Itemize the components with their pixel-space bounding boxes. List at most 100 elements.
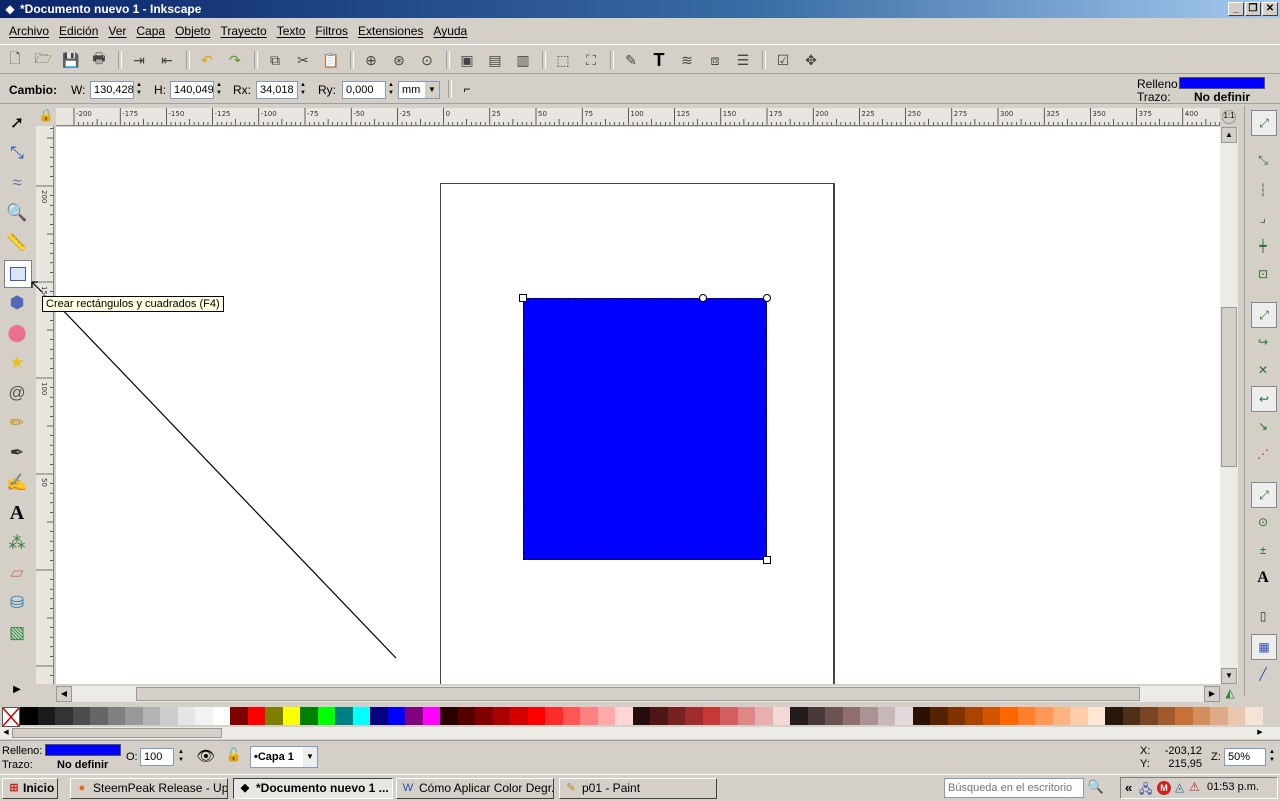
snap-rotation-center-icon[interactable]: ± bbox=[1251, 538, 1275, 562]
select-all-icon[interactable]: ⬚ bbox=[552, 49, 574, 71]
preferences-icon[interactable]: ☑ bbox=[772, 49, 794, 71]
menu-archivo[interactable]: Archivo bbox=[4, 24, 54, 38]
maximize-button[interactable]: ❐ bbox=[1245, 2, 1261, 16]
opacity-stepper[interactable]: ▲ ▼ bbox=[176, 748, 186, 766]
menu-edicion[interactable]: Edición bbox=[54, 24, 103, 38]
snap-grid-icon[interactable]: ▦ bbox=[1251, 634, 1277, 660]
snap-midpoint-icon[interactable]: ⋰ bbox=[1251, 442, 1275, 466]
palette-swatch[interactable] bbox=[55, 707, 73, 725]
menu-extensiones[interactable]: Extensiones bbox=[353, 24, 428, 38]
document-properties-icon[interactable]: ✥ bbox=[800, 49, 822, 71]
print-icon[interactable]: 🖶 bbox=[88, 49, 110, 71]
menu-trayecto[interactable]: Trayecto bbox=[215, 24, 271, 38]
transform-icon[interactable]: ⛶ bbox=[580, 49, 602, 71]
palette-swatch[interactable] bbox=[142, 707, 160, 725]
palette-swatch[interactable] bbox=[650, 707, 668, 725]
layer-select[interactable]: •Capa 1 ▼ bbox=[250, 746, 318, 768]
ry-input[interactable]: 0,000 bbox=[342, 81, 386, 99]
snap-intersection-icon[interactable]: ✕ bbox=[1251, 358, 1275, 382]
menu-capa[interactable]: Capa bbox=[131, 24, 170, 38]
menu-objeto[interactable]: Objeto bbox=[170, 24, 215, 38]
snap-center-icon[interactable]: ⊙ bbox=[1251, 510, 1275, 534]
palette-scroll-left-button[interactable]: ◀ bbox=[0, 727, 12, 739]
snap-text-baseline-icon[interactable]: A bbox=[1251, 566, 1275, 590]
palette-scroll-right-button[interactable]: ▶ bbox=[1254, 727, 1266, 739]
height-input[interactable]: 140,049 bbox=[170, 81, 214, 99]
opacity-input[interactable]: 100 bbox=[140, 748, 174, 766]
rx-handle[interactable] bbox=[699, 294, 707, 302]
layer-lock-icon[interactable]: 🔓 bbox=[225, 747, 243, 767]
palette-swatch[interactable] bbox=[912, 707, 930, 725]
gradient-icon[interactable]: ▧ bbox=[4, 620, 30, 646]
snap-paths-icon[interactable]: ↪ bbox=[1251, 330, 1275, 354]
snap-nodes-icon[interactable]: ⤢ bbox=[1251, 302, 1277, 328]
palette-swatch[interactable] bbox=[1000, 707, 1018, 725]
horizontal-scrollbar[interactable]: ◀ ▶ bbox=[56, 686, 1220, 702]
align-icon[interactable]: ☰ bbox=[732, 49, 754, 71]
layers-icon[interactable]: ≋ bbox=[676, 49, 698, 71]
ry-stepper[interactable]: ▲ ▼ bbox=[386, 81, 396, 99]
network-icon[interactable]: 🖧 bbox=[1139, 780, 1152, 801]
palette-swatch[interactable] bbox=[1210, 707, 1228, 725]
palette-swatch[interactable] bbox=[825, 707, 843, 725]
horizontal-scroll-thumb[interactable] bbox=[136, 687, 1140, 701]
width-input[interactable]: 130,428 bbox=[90, 81, 134, 99]
scroll-left-button[interactable]: ◀ bbox=[56, 686, 72, 702]
tray-app-icon[interactable]: ◬ bbox=[1175, 780, 1184, 794]
save-icon[interactable]: 💾 bbox=[60, 49, 82, 71]
palette-swatch[interactable] bbox=[895, 707, 913, 725]
palette-swatch[interactable] bbox=[370, 707, 388, 725]
height-stepper[interactable]: ▲ ▼ bbox=[214, 81, 224, 99]
palette-swatch[interactable] bbox=[387, 707, 405, 725]
palette-scroll-thumb[interactable] bbox=[12, 728, 222, 738]
fill-stroke-icon[interactable]: ✎ bbox=[620, 49, 642, 71]
rx-stepper[interactable]: ▲ ▼ bbox=[298, 81, 308, 99]
vertical-scroll-thumb[interactable] bbox=[1221, 307, 1237, 467]
snap-toggle-icon[interactable]: ⤢ bbox=[1251, 110, 1277, 136]
palette-swatch[interactable] bbox=[1227, 707, 1245, 725]
drawing-canvas[interactable] bbox=[56, 127, 1220, 684]
spray-icon[interactable]: ⁂ bbox=[4, 530, 30, 556]
resize-handle-topleft[interactable] bbox=[519, 294, 527, 302]
palette-swatch[interactable] bbox=[125, 707, 143, 725]
palette-swatch[interactable] bbox=[20, 707, 38, 725]
palette-swatch[interactable] bbox=[475, 707, 493, 725]
snap-bbox-icon[interactable]: ⤡ bbox=[1251, 148, 1275, 172]
palette-swatch[interactable] bbox=[737, 707, 755, 725]
blue-rectangle[interactable] bbox=[523, 298, 767, 560]
text-icon[interactable]: T bbox=[648, 49, 670, 71]
inkscape-app-icon[interactable]: ◆ bbox=[3, 2, 17, 16]
palette-swatch[interactable] bbox=[807, 707, 825, 725]
start-button[interactable]: ⊞ Inicio bbox=[2, 778, 58, 799]
menu-texto[interactable]: Texto bbox=[272, 24, 311, 38]
zoom-drawing-icon[interactable]: ⊛ bbox=[388, 49, 410, 71]
node-icon[interactable]: ⤡ bbox=[4, 140, 30, 166]
group-icon[interactable]: ▣ bbox=[456, 49, 478, 71]
import-icon[interactable]: ⇥ bbox=[128, 49, 150, 71]
clock[interactable]: 01:53 p.m. bbox=[1207, 781, 1259, 793]
palette-swatch[interactable] bbox=[720, 707, 738, 725]
task-paint[interactable]: ✎ p01 - Paint bbox=[559, 778, 717, 799]
ungroup-icon[interactable]: ▤ bbox=[484, 49, 506, 71]
palette-swatch[interactable] bbox=[1052, 707, 1070, 725]
palette-swatch[interactable] bbox=[195, 707, 213, 725]
palette-swatch[interactable] bbox=[562, 707, 580, 725]
snap-bbox-corner-icon[interactable]: ⌟ bbox=[1251, 206, 1275, 230]
snap-smooth-icon[interactable]: ↘ bbox=[1251, 414, 1275, 438]
cut-icon[interactable]: ✂ bbox=[292, 49, 314, 71]
status-fill-swatch[interactable] bbox=[45, 744, 121, 756]
vertical-scrollbar[interactable]: ▲ ▼ bbox=[1220, 127, 1238, 684]
redo-icon[interactable]: ↷ bbox=[224, 49, 246, 71]
width-stepper[interactable]: ▲ ▼ bbox=[134, 81, 144, 99]
no-paint-swatch[interactable] bbox=[2, 707, 20, 727]
zoom-stepper[interactable]: ▲ ▼ bbox=[1267, 748, 1277, 766]
palette-swatch[interactable] bbox=[107, 707, 125, 725]
scroll-down-button[interactable]: ▼ bbox=[1221, 668, 1237, 684]
palette-swatch[interactable] bbox=[422, 707, 440, 725]
status-stroke-value[interactable]: No definir bbox=[57, 758, 108, 772]
palette-swatch[interactable] bbox=[352, 707, 370, 725]
ellipse-icon[interactable]: ⬤ bbox=[4, 320, 30, 346]
color-manage-icon[interactable]: ◭ bbox=[1222, 686, 1238, 702]
fill-color-swatch[interactable] bbox=[1179, 77, 1265, 89]
snap-others-icon[interactable]: ⤢ bbox=[1251, 482, 1277, 508]
